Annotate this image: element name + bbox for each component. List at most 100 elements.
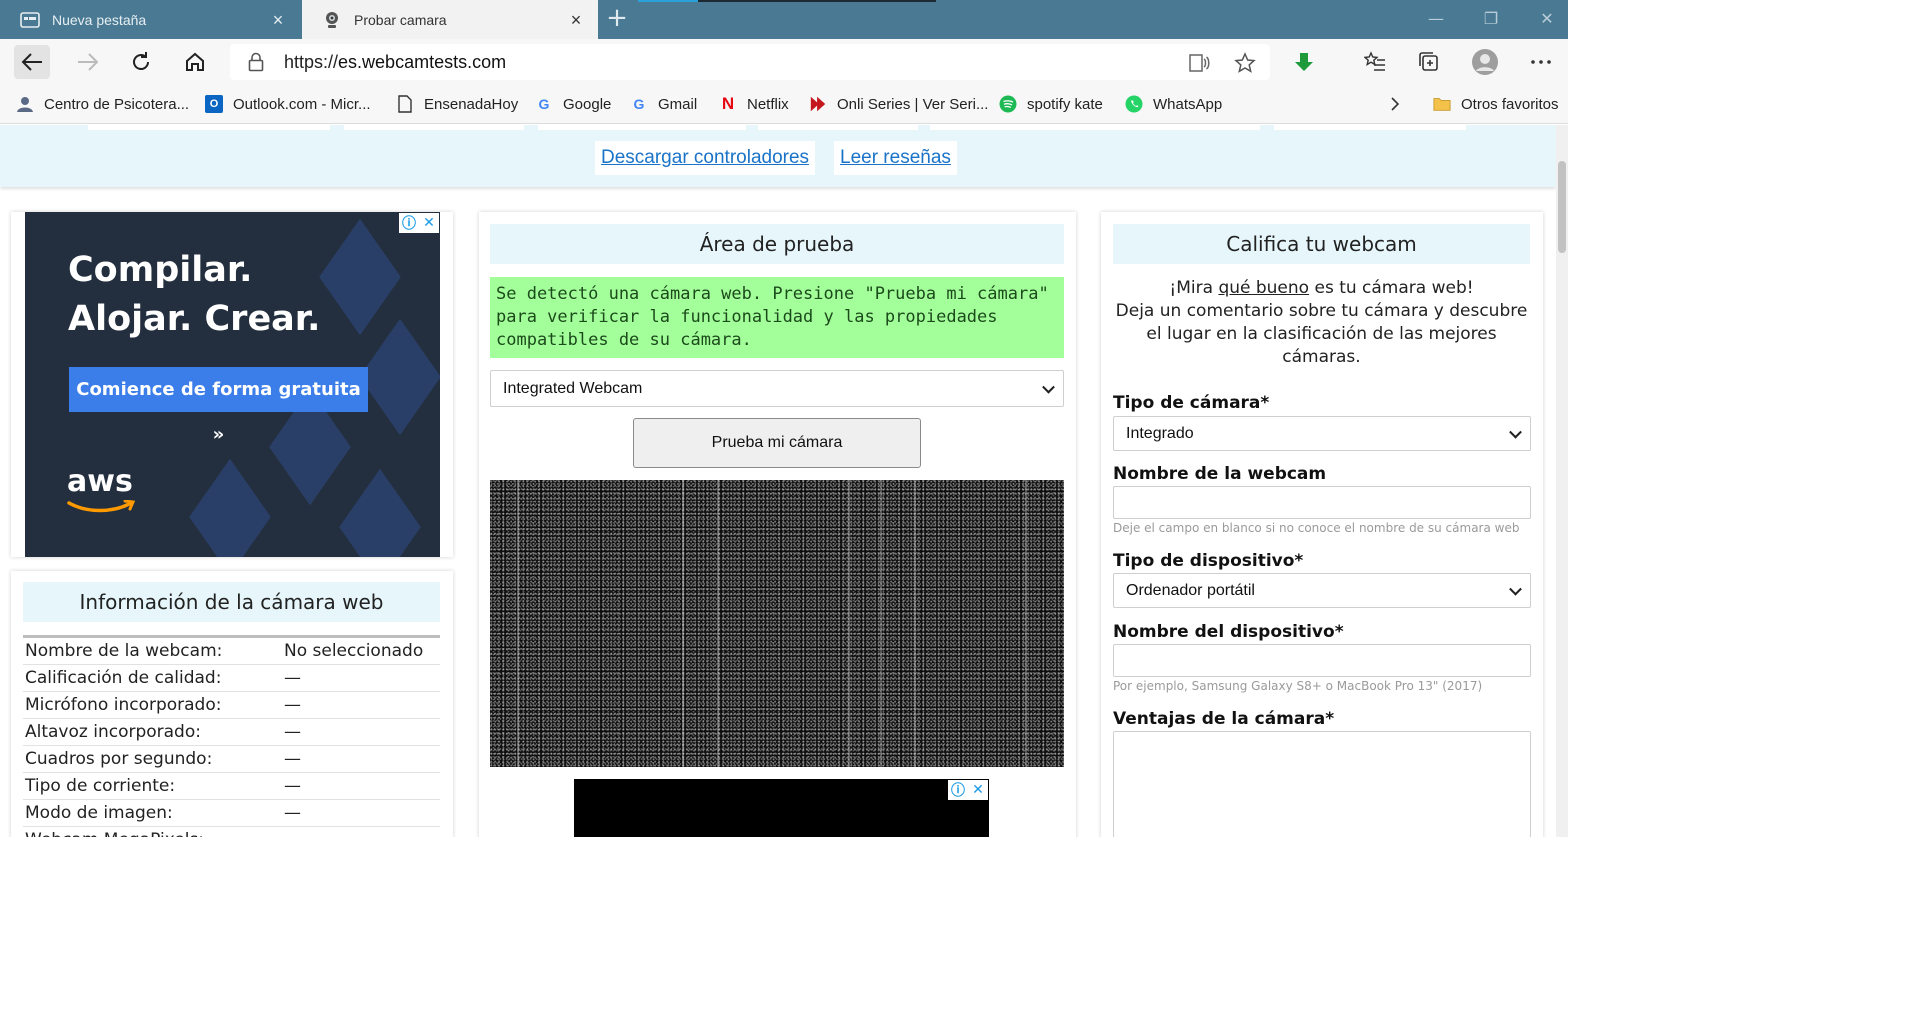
webcam-name-hint: Deje el campo en blanco si no conoce el …: [1113, 521, 1520, 535]
bookmark-label: Google: [563, 95, 612, 113]
page-scrollbar[interactable]: [1556, 125, 1568, 837]
bookmark-label: EnsenadaHoy: [424, 95, 519, 113]
favorites-button[interactable]: [1357, 45, 1393, 79]
info-key: Tipo de corriente:: [25, 776, 176, 796]
other-favorites[interactable]: Otros favoritos: [1433, 93, 1559, 115]
settings-menu-button[interactable]: [1523, 45, 1559, 79]
table-row: Nombre de la webcam: No seleccionado: [23, 638, 440, 665]
downloads-button[interactable]: [1286, 45, 1322, 79]
new-tab-button[interactable]: +: [604, 5, 630, 32]
video-advertisement[interactable]: [574, 779, 989, 837]
star-icon[interactable]: [1234, 52, 1256, 74]
profile-button[interactable]: [1467, 45, 1503, 79]
intro-text: Deja un comentario sobre tu cámara y des…: [1115, 301, 1528, 367]
lock-icon[interactable]: [248, 52, 264, 72]
arrow-left-icon: [21, 53, 42, 71]
refresh-icon: [133, 52, 149, 70]
ad-choices[interactable]: ⓘ ✕: [948, 780, 988, 800]
ad-headline-line: Compilar.: [68, 250, 253, 290]
rating-title: Califica tu webcam: [1113, 224, 1530, 264]
camera-type-label: Tipo de cámara*: [1113, 393, 1270, 413]
refresh-button[interactable]: [123, 45, 159, 79]
home-icon: [186, 52, 204, 71]
info-key: Altavoz incorporado:: [25, 722, 201, 742]
avatar-icon: [1472, 49, 1498, 75]
back-button[interactable]: [14, 45, 50, 79]
minimize-icon[interactable]: —: [1425, 8, 1447, 30]
bookmark-label: Outlook.com - Micr...: [233, 95, 371, 113]
bookmark-item[interactable]: O Outlook.com - Micr...: [205, 93, 371, 115]
google-icon: G: [633, 96, 645, 112]
table-row: Altavoz incorporado: —: [23, 719, 440, 746]
ad-cta-button[interactable]: Comience de forma gratuita »: [69, 367, 368, 445]
download-drivers-link[interactable]: Descargar controladores: [595, 141, 816, 175]
url-host: es.webcamtests.com: [338, 51, 507, 72]
info-value: —: [284, 749, 301, 769]
info-value: —: [284, 830, 440, 837]
aws-smile-icon: [67, 500, 136, 513]
scrollbar-thumb[interactable]: [1558, 161, 1566, 253]
device-name-label: Nombre del dispositivo*: [1113, 622, 1344, 642]
ad-info-icon[interactable]: ⓘ: [399, 213, 419, 233]
bookmark-label: Gmail: [658, 95, 698, 113]
table-row: Calificación de calidad: —: [23, 665, 440, 692]
forward-button[interactable]: [70, 45, 106, 79]
bookmark-item[interactable]: Onli Series | Ver Seri...: [809, 93, 988, 115]
close-window-icon[interactable]: ✕: [1536, 8, 1558, 30]
chevron-down-icon: [1509, 582, 1522, 596]
test-camera-button[interactable]: Prueba mi cámara: [633, 418, 921, 468]
bookmark-label: WhatsApp: [1153, 95, 1223, 113]
test-area-title: Área de prueba: [490, 224, 1064, 264]
advantages-textarea[interactable]: [1113, 731, 1531, 837]
more-bookmarks-chevron-icon[interactable]: [1390, 93, 1400, 115]
ad-close-icon[interactable]: ✕: [968, 780, 988, 800]
bookmark-item[interactable]: N Netflix: [719, 93, 789, 115]
arrow-right-icon: [78, 53, 99, 71]
collections-icon: [1419, 52, 1438, 71]
webcam-name-input[interactable]: [1113, 486, 1531, 519]
bookmark-label: Onli Series | Ver Seri...: [837, 95, 989, 113]
read-reviews-link[interactable]: Leer reseñas: [834, 141, 957, 175]
camera-detected-message: Se detectó una cámara web. Presione "Pru…: [490, 277, 1064, 358]
ad-info-icon[interactable]: ⓘ: [948, 780, 968, 800]
ad-choices[interactable]: ⓘ ✕: [399, 213, 439, 233]
loading-indicator: [638, 0, 698, 2]
camera-select-value: Integrated Webcam: [503, 379, 643, 397]
spotify-icon: [999, 95, 1017, 113]
bookmark-label: spotify kate: [1027, 95, 1103, 113]
close-tab-icon[interactable]: ×: [568, 11, 584, 29]
bookmark-item[interactable]: spotify kate: [999, 93, 1103, 115]
bookmark-item[interactable]: EnsenadaHoy: [396, 93, 518, 115]
read-aloud-icon[interactable]: [1188, 52, 1210, 74]
close-tab-icon[interactable]: ×: [270, 11, 286, 29]
camera-select[interactable]: Integrated Webcam: [490, 370, 1064, 407]
info-key: Cuadros por segundo:: [25, 749, 213, 769]
bookmark-item[interactable]: G Gmail: [630, 93, 698, 115]
home-button[interactable]: [177, 45, 213, 79]
aws-advertisement[interactable]: Compilar. Alojar. Crear. Comience de for…: [25, 212, 440, 557]
bookmark-item[interactable]: WhatsApp: [1125, 93, 1222, 115]
ad-close-icon[interactable]: ✕: [419, 213, 439, 233]
tab-new-tab[interactable]: Nueva pestaña ×: [0, 0, 300, 39]
netflix-icon: N: [721, 94, 735, 113]
tab-probar-camara[interactable]: Probar camara ×: [302, 0, 598, 39]
tab-title: Nueva pestaña: [52, 11, 147, 28]
device-name-input[interactable]: [1113, 644, 1531, 677]
folder-icon: [1433, 95, 1451, 113]
device-type-select[interactable]: Ordenador portátil: [1113, 573, 1531, 608]
bookmark-item[interactable]: G Google: [535, 93, 612, 115]
camera-type-select[interactable]: Integrado: [1113, 416, 1531, 451]
ad-headline-line: Alojar. Crear.: [68, 299, 321, 339]
rating-intro: ¡Mira qué bueno es tu cámara web! Deja u…: [1113, 277, 1530, 369]
device-type-value: Ordenador portátil: [1126, 581, 1255, 599]
download-icon: [1295, 53, 1313, 71]
quality-link[interactable]: qué bueno: [1218, 278, 1309, 298]
bookmarks-bar: Centro de Psicotera... O Outlook.com - M…: [0, 85, 1568, 124]
outlook-icon: O: [205, 95, 223, 113]
address-bar[interactable]: https://es.webcamtests.com: [230, 44, 1270, 80]
collections-button[interactable]: [1411, 45, 1447, 79]
info-key: Webcam MegaPixels:: [23, 830, 284, 837]
restore-icon[interactable]: ❐: [1480, 8, 1502, 30]
info-value: No seleccionado: [284, 641, 424, 661]
bookmark-item[interactable]: Centro de Psicotera...: [16, 93, 189, 115]
